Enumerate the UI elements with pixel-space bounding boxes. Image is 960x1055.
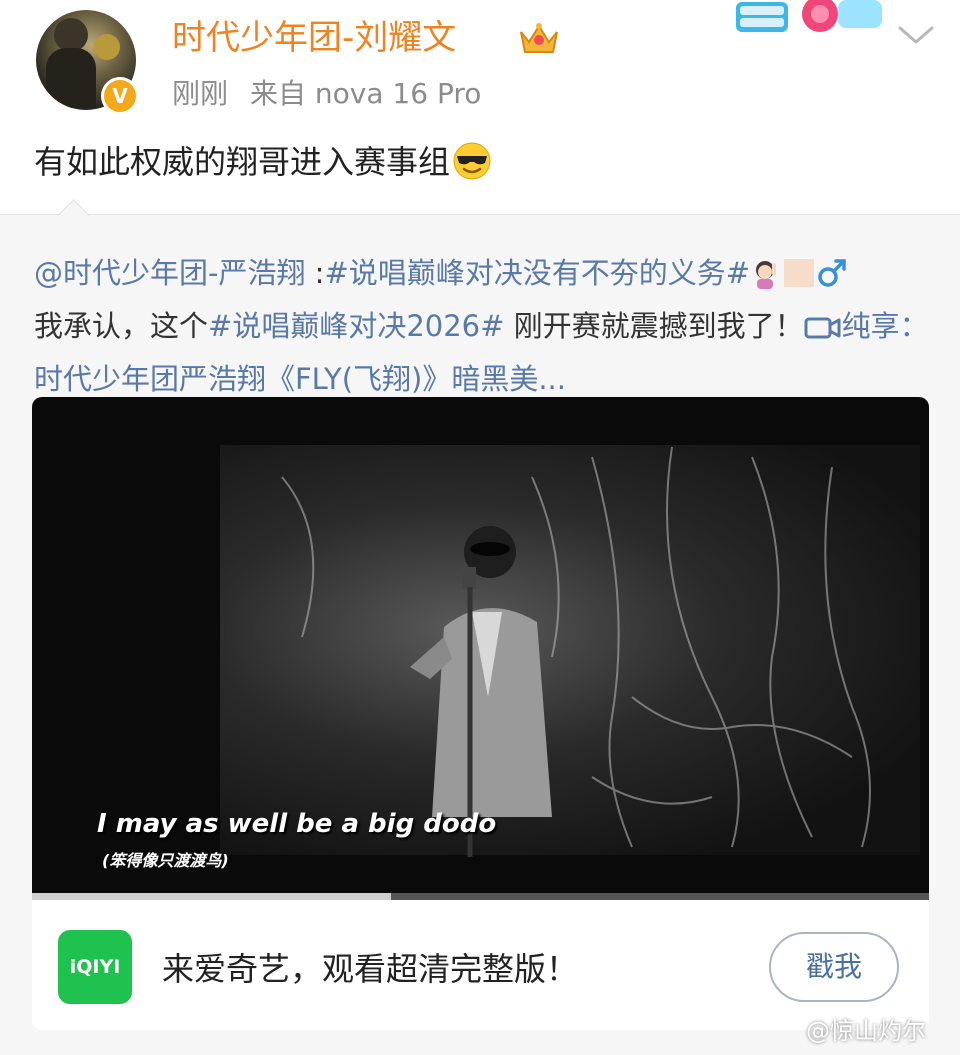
post-text-content: 有如此权威的翔哥进入赛事组 [34, 143, 451, 181]
video-camera-icon[interactable] [804, 314, 842, 342]
post-text: 有如此权威的翔哥进入赛事组 [34, 139, 492, 185]
hashtag-link-1[interactable]: #说唱巅峰对决没有不夯的义务# [324, 256, 750, 290]
verified-badge: V [101, 77, 139, 115]
watermark: @惊山灼尔 [806, 1017, 926, 1045]
hashtag-link-2[interactable]: #说唱巅峰对决2026# [208, 309, 504, 343]
male-sign-icon [818, 259, 846, 287]
repost-text: @时代少年团-严浩翔 :#说唱巅峰对决没有不夯的义务# 我承认，这个#说唱巅峰对… [34, 247, 934, 406]
video-player[interactable]: I may as well be a big dodo (笨得像只渡渡鸟) [32, 397, 929, 900]
post-meta: 刚刚 来自 nova 16 Pro [172, 72, 481, 116]
person-gesture-emoji-icon [756, 261, 777, 289]
iqiyi-logo: iQIYI [58, 930, 132, 1004]
post-time: 刚刚 [172, 77, 229, 110]
video-progress-fill [32, 893, 391, 900]
ad-text: 来爱奇艺，观看超清完整版！ [162, 950, 579, 988]
chevron-down-icon[interactable] [894, 20, 938, 50]
separator: : [305, 256, 325, 290]
post-source: 来自 nova 16 Pro [250, 77, 482, 110]
repost-text-2: 刚开赛就震撼到我了！ [504, 309, 804, 343]
subtitle-english: I may as well be a big dodo [97, 809, 497, 839]
subtitle-chinese: (笨得像只渡渡鸟) [102, 851, 229, 870]
badge-art-icon[interactable] [732, 0, 892, 48]
poke-me-button[interactable]: 戳我 [769, 932, 899, 1002]
author-name[interactable]: 时代少年团-刘耀文 [172, 14, 456, 62]
crown-icon [520, 23, 558, 53]
mention-link[interactable]: @时代少年团-严浩翔 [34, 256, 305, 290]
sunglasses-emoji-icon [453, 142, 491, 180]
skin-tone-icon [784, 259, 815, 287]
repost-text-1: 我承认，这个 [34, 309, 209, 343]
